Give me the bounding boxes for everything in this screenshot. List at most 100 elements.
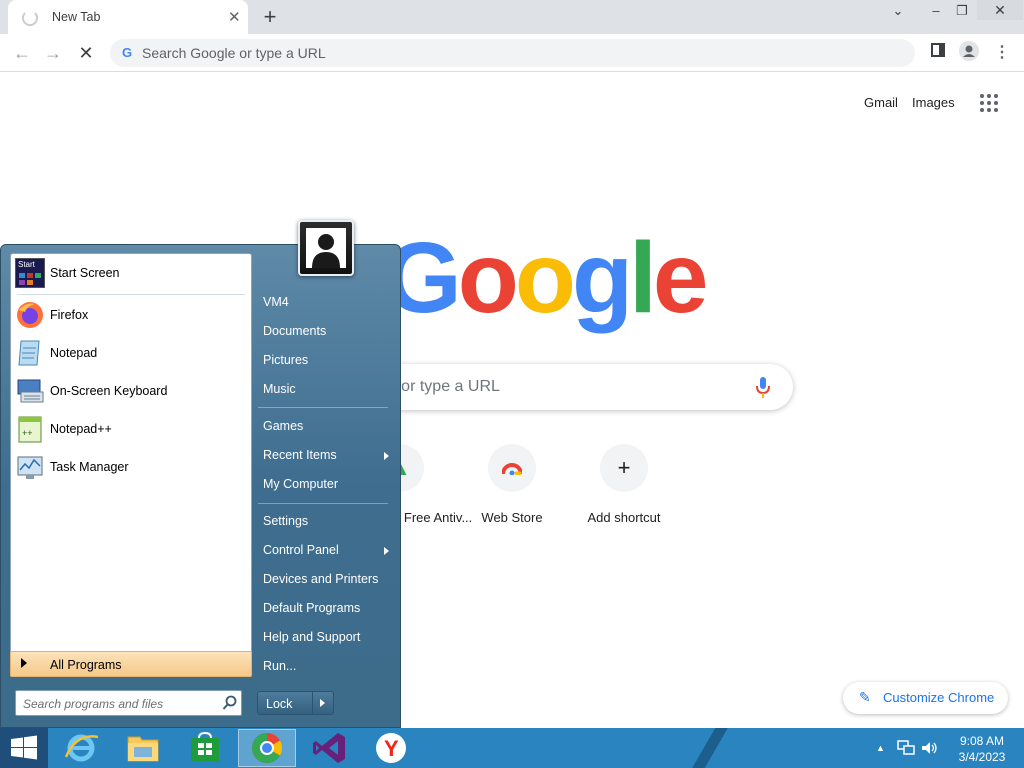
start-item-label: Notepad <box>50 346 98 360</box>
svg-text:++: ++ <box>22 428 33 438</box>
firefox-icon <box>15 300 45 330</box>
start-item-label: Firefox <box>50 308 89 322</box>
start-right-settings[interactable]: Settings <box>263 514 308 528</box>
window-close-button[interactable]: ✕ <box>977 0 1023 20</box>
new-tab-button[interactable]: + <box>260 4 280 30</box>
tab-new-tab[interactable]: New Tab ✕ <box>8 0 248 34</box>
taskbar-yandex[interactable]: Y <box>362 729 420 767</box>
keyboard-icon <box>15 376 45 406</box>
back-button[interactable]: ← <box>9 40 35 66</box>
google-apps-icon[interactable] <box>980 94 1000 114</box>
start-item-label: Task Manager <box>50 460 129 474</box>
yandex-icon: Y <box>376 733 406 763</box>
start-right-documents[interactable]: Documents <box>263 324 326 338</box>
address-bar-placeholder: Search Google or type a URL <box>142 45 326 61</box>
separator <box>258 503 388 504</box>
start-screen-icon: Start <box>15 258 45 288</box>
windows-logo-icon <box>11 735 37 760</box>
taskbar-visual-studio[interactable] <box>300 729 358 767</box>
notepad-icon <box>15 338 45 368</box>
svg-text:Y: Y <box>384 736 399 761</box>
start-item-start-screen[interactable]: Start Start Screen <box>11 256 251 290</box>
images-link[interactable]: Images <box>912 95 955 110</box>
start-right-music[interactable]: Music <box>263 382 296 396</box>
start-item-label: On-Screen Keyboard <box>50 384 168 398</box>
start-item-firefox[interactable]: Firefox <box>11 298 251 332</box>
forward-button[interactable]: → <box>40 40 66 66</box>
google-logo: Google <box>384 218 709 338</box>
shortcut-web-store[interactable]: Web Store <box>456 440 568 530</box>
start-menu-pinned-panel: Start Start Screen Firefox Notepad On-Sc… <box>10 253 252 665</box>
notepadpp-icon: ++ <box>15 414 45 444</box>
tab-title: New Tab <box>52 10 101 24</box>
start-right-control-panel[interactable]: Control Panel <box>263 543 339 557</box>
gmail-link[interactable]: Gmail <box>864 95 898 110</box>
logo-letter: o <box>514 222 576 334</box>
all-programs-label: All Programs <box>50 658 122 672</box>
clock-date: 3/4/2023 <box>958 750 1006 764</box>
task-manager-icon <box>15 452 45 482</box>
submenu-arrow-icon <box>384 452 389 460</box>
separator <box>258 407 388 408</box>
shortcut-label: Add shortcut <box>587 510 661 525</box>
start-right-user[interactable]: VM4 <box>263 295 289 309</box>
divider <box>312 692 313 714</box>
ie-icon <box>64 734 99 762</box>
user-icon <box>306 228 346 268</box>
triangle-right-icon <box>21 658 27 668</box>
start-item-task-manager[interactable]: Task Manager <box>11 450 251 484</box>
submenu-arrow-icon <box>384 547 389 555</box>
network-icon[interactable] <box>897 740 915 756</box>
taskbar-file-explorer[interactable] <box>114 729 172 767</box>
restore-button[interactable]: ❐ <box>947 0 977 22</box>
taskbar-internet-explorer[interactable] <box>52 729 110 767</box>
google-g-icon: G <box>121 45 133 60</box>
profile-avatar-icon[interactable] <box>957 41 981 65</box>
taskbar-decoration <box>690 728 730 768</box>
start-right-run[interactable]: Run... <box>263 659 296 673</box>
start-right-my-computer[interactable]: My Computer <box>263 477 338 491</box>
address-bar[interactable]: G Search Google or type a URL <box>110 39 915 67</box>
start-search-input[interactable]: Search programs and files <box>15 690 242 716</box>
shortcut-label: Web Store <box>481 510 543 525</box>
clock-time: 9:08 AM <box>959 734 1005 748</box>
store-icon <box>191 731 219 761</box>
plus-icon: + <box>600 444 648 492</box>
start-right-games[interactable]: Games <box>263 419 303 433</box>
taskbar-store[interactable] <box>176 729 234 767</box>
all-programs-button[interactable]: All Programs <box>10 651 252 677</box>
tab-close-icon[interactable]: ✕ <box>228 8 241 26</box>
start-right-default-programs[interactable]: Default Programs <box>263 601 360 615</box>
desktop-screen: New Tab ✕ + ⌄ – ❐ ✕ ← → ✕ G Search Googl… <box>0 0 1024 768</box>
start-right-devices-printers[interactable]: Devices and Printers <box>263 572 378 586</box>
start-item-on-screen-keyboard[interactable]: On-Screen Keyboard <box>11 374 251 408</box>
side-panel-icon[interactable] <box>926 41 950 65</box>
search-icon[interactable] <box>222 695 238 711</box>
tab-search-chevron-icon[interactable]: ⌄ <box>883 0 913 22</box>
start-right-help-support[interactable]: Help and Support <box>263 630 360 644</box>
customize-chrome-label: Customize Chrome <box>883 690 995 705</box>
visual-studio-icon <box>313 733 345 763</box>
chrome-icon <box>251 733 283 764</box>
start-item-label: Notepad++ <box>50 422 112 436</box>
user-avatar[interactable] <box>298 220 354 276</box>
volume-icon[interactable] <box>920 740 938 756</box>
shortcut-add[interactable]: + Add shortcut <box>568 440 680 530</box>
logo-letter: e <box>652 222 709 334</box>
start-button[interactable] <box>0 728 48 768</box>
start-right-pictures[interactable]: Pictures <box>263 353 308 367</box>
start-right-recent-items[interactable]: Recent Items <box>263 448 337 462</box>
system-clock[interactable]: 9:08 AM 3/4/2023 <box>950 733 1014 765</box>
lock-button[interactable]: Lock <box>257 691 334 715</box>
taskbar-chrome[interactable] <box>238 729 296 767</box>
power-options-arrow-icon[interactable] <box>320 699 325 707</box>
customize-chrome-button[interactable]: ✎ Customize Chrome <box>843 682 1008 714</box>
voice-search-mic-icon[interactable] <box>756 377 770 399</box>
start-item-label: Start Screen <box>50 266 120 280</box>
start-item-notepadpp[interactable]: ++ Notepad++ <box>11 412 251 446</box>
chrome-menu-icon[interactable]: ⋮ <box>990 41 1014 65</box>
show-hidden-icons-arrow[interactable]: ▲ <box>876 743 885 753</box>
logo-letter: g <box>571 222 633 334</box>
start-item-notepad[interactable]: Notepad <box>11 336 251 370</box>
stop-loading-button[interactable]: ✕ <box>73 40 99 66</box>
